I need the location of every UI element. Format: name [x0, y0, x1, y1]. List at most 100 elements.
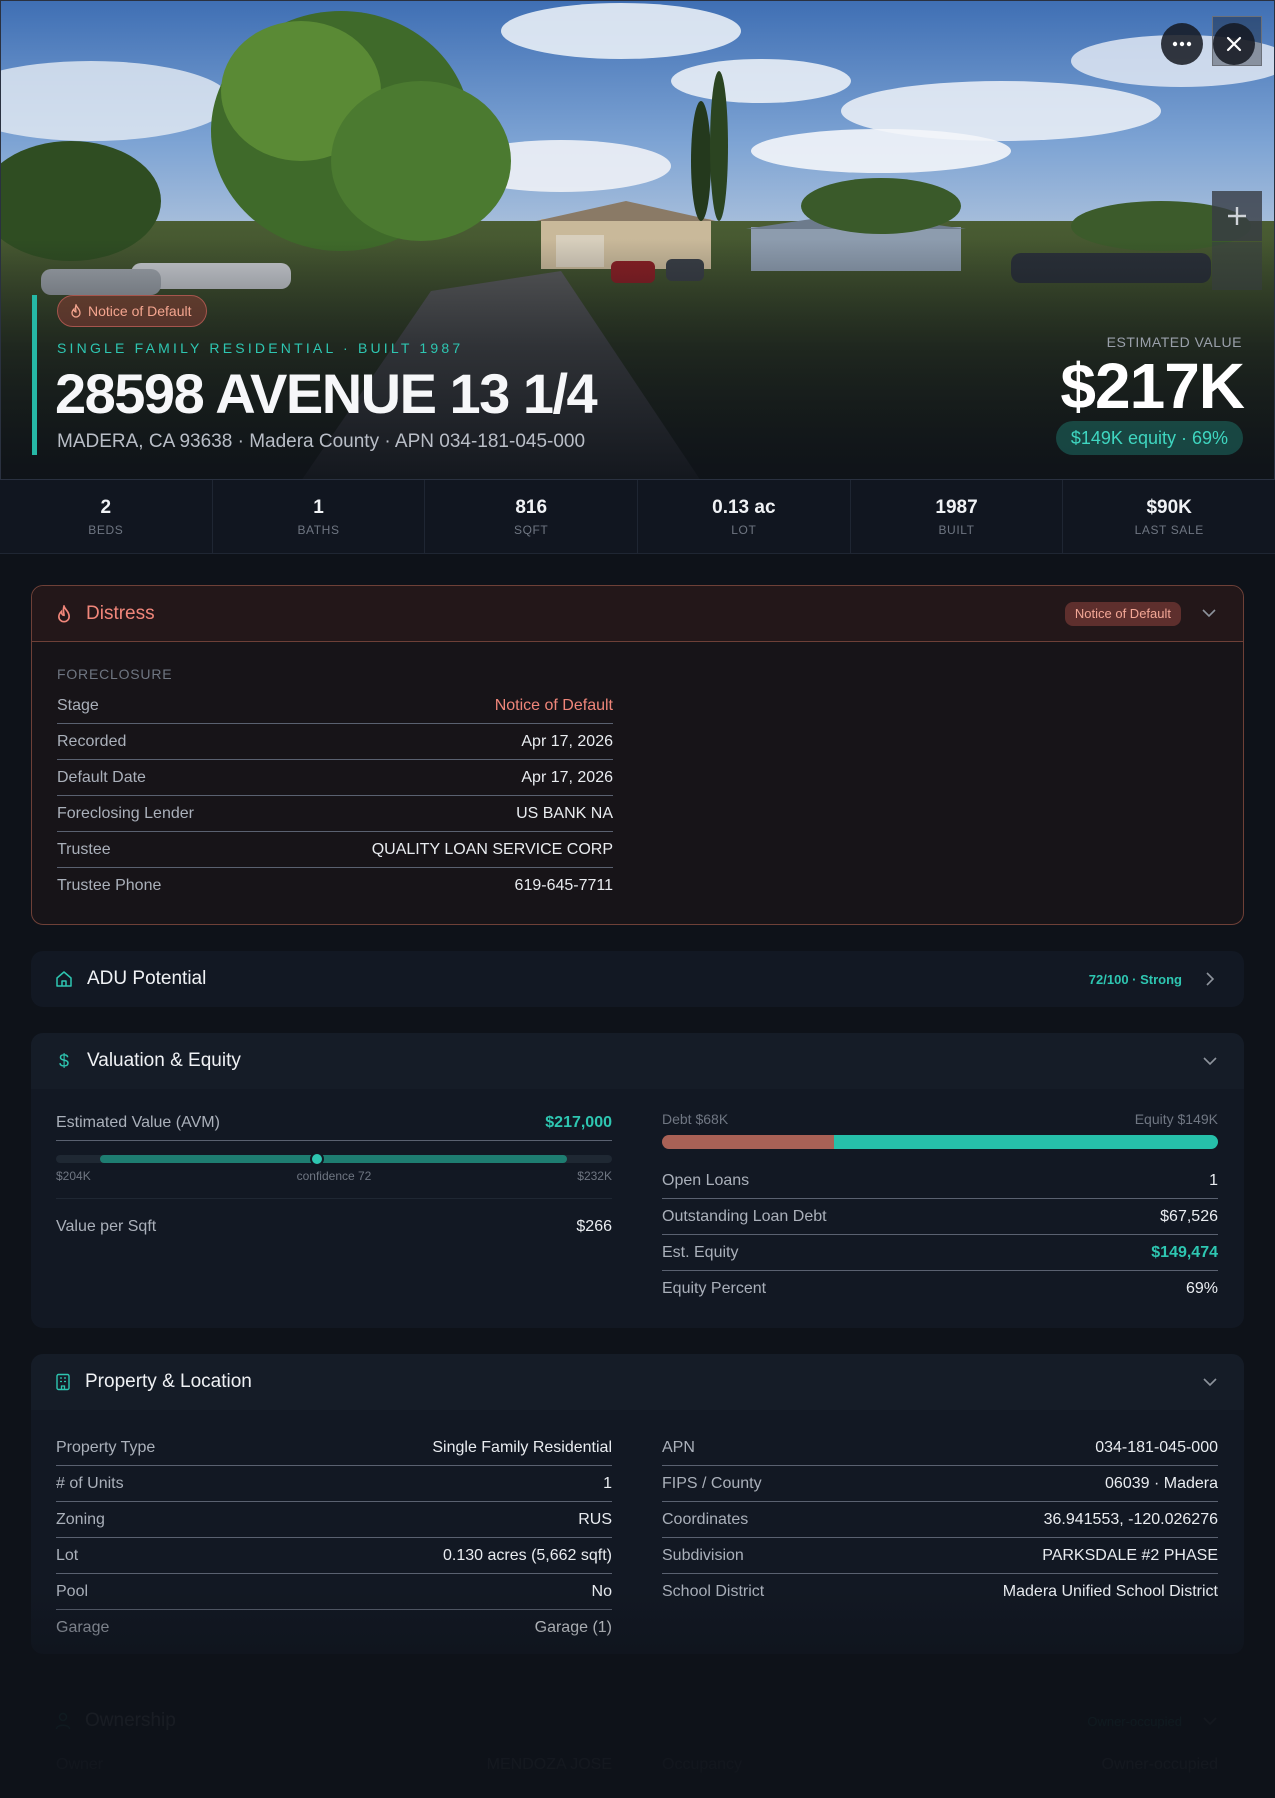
ownership-details-left: Owner MENDOZA JOSE: [56, 1747, 612, 1783]
detail-row: Zoning RUS: [56, 1502, 612, 1538]
dollar-icon: $: [58, 1050, 69, 1071]
property-card-header[interactable]: Property & Location: [31, 1354, 1244, 1410]
confidence-range-track: [56, 1152, 612, 1166]
chevron-down-icon[interactable]: [1200, 1051, 1220, 1071]
detail-label: Lot: [56, 1546, 79, 1564]
detail-label: Stage: [57, 696, 99, 714]
detail-row: Subdivision PARKSDALE #2 PHASE: [662, 1538, 1218, 1574]
detail-row: Value per Sqft $266: [56, 1209, 612, 1245]
detail-label: Foreclosing Lender: [57, 804, 194, 822]
detail-label: Equity Percent: [662, 1280, 767, 1297]
range-low: $204K: [56, 1169, 91, 1183]
detail-label: Value per Sqft: [56, 1218, 157, 1235]
avm-value: $217,000: [545, 1113, 612, 1131]
detail-row: Garage Garage (1): [56, 1610, 612, 1646]
stats-bar: 2 BEDS 1 BATHS 816 SQFT 0.13 ac LOT 1987…: [0, 480, 1275, 554]
detail-label: Garage: [56, 1619, 110, 1636]
chevron-down-icon[interactable]: [1199, 604, 1219, 624]
chevron-down-icon[interactable]: [1200, 1372, 1220, 1392]
zoom-out-button[interactable]: [1212, 242, 1262, 290]
detail-label: Recorded: [57, 732, 127, 750]
detail-label: Est. Equity: [662, 1243, 739, 1261]
adu-title: ADU Potential: [87, 968, 207, 989]
detail-value: QUALITY LOAN SERVICE CORP: [371, 840, 613, 858]
detail-label: # of Units: [56, 1474, 124, 1492]
stat-value: 816: [515, 496, 548, 518]
detail-row: Pool No: [56, 1574, 612, 1610]
detail-label: Pool: [56, 1582, 89, 1600]
adu-potential-card[interactable]: ADU Potential 72/100 · Strong: [31, 951, 1244, 1007]
detail-value: MENDOZA JOSE: [486, 1756, 612, 1773]
chevron-right-icon[interactable]: [1200, 969, 1220, 989]
valuation-equity-card: $ Valuation & Equity Estimated Value (AV…: [31, 1033, 1244, 1328]
flame-icon: [58, 604, 70, 622]
detail-value: 034-181-045-000: [1095, 1438, 1218, 1456]
debt-label: Debt $68K: [662, 1111, 729, 1127]
stat-built: 1987 BUILT: [851, 480, 1064, 553]
distress-card: Distress Notice of Default FORECLOSURE S…: [31, 585, 1244, 925]
stat-last-sale: $90K LAST SALE: [1063, 480, 1275, 553]
close-button[interactable]: [1213, 23, 1255, 65]
distress-status-badge: Notice of Default: [1064, 601, 1181, 626]
zoom-in-button[interactable]: [1212, 191, 1262, 241]
detail-value: Madera Unified School District: [1002, 1583, 1218, 1600]
detail-row: Open Loans 1: [662, 1163, 1218, 1199]
detail-row: Owner MENDOZA JOSE: [56, 1747, 612, 1783]
detail-value: 1: [1209, 1171, 1218, 1189]
ownership-card-header[interactable]: Ownership Owner-occupied: [31, 1695, 1244, 1747]
stat-value: 1987: [935, 496, 978, 518]
stat-value: $90K: [1146, 496, 1192, 518]
stat-baths: 1 BATHS: [213, 480, 426, 553]
stat-label: BATHS: [297, 522, 340, 537]
user-icon: [55, 1712, 71, 1730]
adu-score: 72/100 · Strong: [1088, 971, 1182, 987]
more-horizontal-icon: [1172, 41, 1192, 47]
detail-value: 06039 · Madera: [1105, 1474, 1218, 1492]
per-sqft-row: Value per Sqft $266: [56, 1209, 612, 1245]
detail-value: 0.130 acres (5,662 sqft): [443, 1546, 612, 1564]
estimated-value: $217K: [1060, 350, 1245, 422]
property-title: Property & Location: [85, 1371, 252, 1392]
more-options-button[interactable]: [1161, 23, 1203, 65]
valuation-card-header[interactable]: $ Valuation & Equity: [31, 1033, 1244, 1089]
detail-label: Trustee Phone: [57, 877, 162, 894]
property-address: 28598 AVENUE 13 1/4: [55, 362, 598, 425]
detail-value: 36.941553, -120.026276: [1043, 1510, 1218, 1528]
stat-beds: 2 BEDS: [0, 480, 213, 553]
foreclosure-section-label: FORECLOSURE: [57, 666, 173, 682]
adu-card-header[interactable]: ADU Potential 72/100 · Strong: [31, 951, 1244, 1007]
detail-value: $266: [576, 1218, 612, 1235]
stat-label: SQFT: [513, 522, 549, 537]
detail-label: Coordinates: [662, 1510, 749, 1528]
detail-value: PARKSDALE #2 PHASE: [1042, 1546, 1218, 1564]
detail-label: Outstanding Loan Debt: [662, 1207, 827, 1225]
detail-label: APN: [662, 1438, 695, 1456]
detail-value: US BANK NA: [516, 804, 613, 822]
detail-value: RUS: [578, 1510, 612, 1528]
stat-label: LAST SALE: [1134, 522, 1204, 537]
range-confidence: confidence 72: [296, 1169, 372, 1183]
debt-equity-labels: Debt $68K Equity $149K: [662, 1111, 1218, 1127]
detail-value: 619-645-7711: [514, 877, 613, 894]
building-icon: [56, 1373, 70, 1391]
estimated-value-label: ESTIMATED VALUE: [1106, 334, 1242, 350]
chevron-down-icon[interactable]: [1200, 1711, 1220, 1731]
detail-row: Lot 0.130 acres (5,662 sqft): [56, 1538, 612, 1574]
property-details-right: APN 034-181-045-000 FIPS / County 06039 …: [662, 1430, 1218, 1610]
detail-label: Property Type: [56, 1438, 156, 1456]
detail-label: Default Date: [57, 768, 146, 786]
detail-row: Equity Percent 69%: [662, 1271, 1218, 1307]
detail-label: Estimated Value (AVM): [56, 1113, 220, 1131]
debt-equity-bar: [662, 1135, 1218, 1149]
detail-value: 69%: [1185, 1280, 1218, 1297]
range-high: $232K: [577, 1169, 612, 1183]
detail-row: Est. Equity $149,474: [662, 1235, 1218, 1271]
stat-label: BEDS: [88, 522, 124, 537]
detail-row: Recorded Apr 17, 2026: [57, 724, 613, 760]
distress-card-header[interactable]: Distress Notice of Default: [32, 586, 1243, 642]
plus-icon: [1228, 207, 1246, 225]
property-details-left: Property Type Single Family Residential …: [56, 1430, 612, 1646]
detail-row: FIPS / County 06039 · Madera: [662, 1466, 1218, 1502]
hero-street-view: Notice of Default SINGLE FAMILY RESIDENT…: [0, 0, 1275, 480]
stat-sqft: 816 SQFT: [425, 480, 639, 553]
